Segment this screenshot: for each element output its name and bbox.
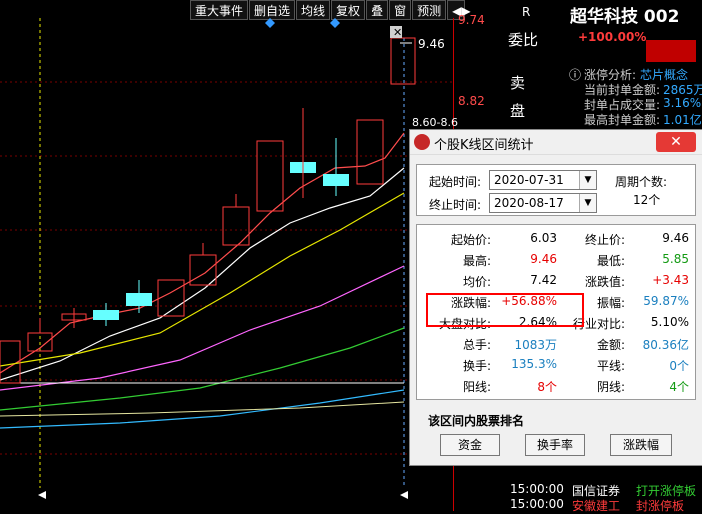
ma-line-red [0,132,405,374]
period-label: 周期个数: [615,175,668,189]
dropdown-arrow-icon[interactable]: ▼ [579,171,596,189]
ma-line-green [0,327,405,411]
stat-value: 9.46 [530,252,557,266]
sell-label: 卖 [510,74,526,92]
highlight-bar [646,40,696,62]
stat-label: 振幅: [596,296,625,310]
horizontal-arrows-icon[interactable] [38,491,46,499]
start-time-label: 起始时间: [429,175,482,189]
trade-action: 封涨停板 [636,499,685,513]
ma-line-cyan [0,389,405,429]
close-icon[interactable]: ✕ [656,132,696,152]
toolbar-adjust[interactable]: 复权 [331,0,366,20]
stat-label: 阳线: [462,380,491,394]
stat-value: 1083万 [514,338,557,352]
stat-value: 8个 [537,380,557,394]
stat-value: 6.03 [530,231,557,245]
rank-change-button[interactable]: 涨跌幅 [610,434,672,456]
stat-label: 最高: [462,254,491,268]
max-seal-label: 最高封单金额: [584,113,661,127]
price-partial-label: 8.60-8.6 [412,116,458,129]
stat-label: 总手: [462,338,491,352]
candle [256,140,284,212]
stat-value: 7.42 [530,273,557,287]
rank-turnover-button[interactable]: 换手率 [525,434,585,456]
candle [222,206,250,246]
candle [356,119,384,185]
stat-label: 阴线: [596,380,625,394]
candle [189,254,217,286]
stat-value: 59.87% [643,294,689,308]
toolbar-forecast[interactable]: 预测 [412,0,447,20]
stat-label: 换手: [462,359,491,373]
start-time-select[interactable]: 2020-07-31 ▼ [489,170,597,190]
toolbar-overlay[interactable]: 叠 [366,0,389,20]
dialog-titlebar[interactable]: 个股K线区间统计 ✕ [410,130,702,155]
time-range-frame: 起始时间: 2020-07-31 ▼ 终止时间: 2020-08-17 ▼ 周期… [416,164,696,216]
stat-value: 9.46 [662,231,689,245]
toolbar-remove-watchlist[interactable]: 删自选 [249,0,296,20]
stat-label: 终止价: [584,233,625,247]
end-time-value: 2020-08-17 [494,196,564,210]
dialog-title: 个股K线区间统计 [434,138,534,153]
pan-label: 盘 [510,102,526,120]
toolbar-major-events[interactable]: 重大事件 [190,0,249,20]
price-marker-label: 9.46 [418,37,445,51]
stat-label: 均价: [462,275,491,289]
period-value: 12个 [633,193,661,207]
start-time-value: 2020-07-31 [494,173,564,187]
ma-line-white [0,167,405,381]
chart-grid [0,81,453,455]
quote-panel: R 超华科技 002 委比 +100.00% 卖 盘 ⓘ 涨停分析: 芯片概念 … [500,0,702,140]
trade-time: 15:00:00 [510,482,564,496]
price-axis-top: 9.74 [458,13,485,27]
toolbar-moving-average[interactable]: 均线 [296,0,331,20]
r-flag: R [522,5,531,19]
info-icon: ⓘ [569,68,582,82]
horizontal-arrows-icon[interactable] [400,491,408,499]
highlight-box [426,293,584,327]
stock-name: 超华科技 002 [570,7,680,27]
stat-label: 平线: [596,359,625,373]
stat-label: 起始价: [450,233,491,247]
seal-ratio-value: 3.16% [663,96,702,110]
trade-broker: 安徽建工 [572,499,621,513]
trade-time: 15:00:00 [510,497,564,511]
stat-value: +3.43 [652,273,689,287]
stat-label: 最低: [596,254,625,268]
stat-value: 5.10% [650,315,689,329]
ma-line-yellow [0,192,405,367]
stat-value: 135.3% [511,357,557,371]
stat-value: 5.85 [662,252,689,266]
candles [0,37,416,384]
end-time-select[interactable]: 2020-08-17 ▼ [489,193,597,213]
price-axis-mid: 8.82 [458,94,485,108]
kline-chart[interactable]: ✕ [0,18,453,511]
toolbar-window[interactable]: 窗 [389,0,412,20]
dropdown-arrow-icon[interactable]: ▼ [579,194,596,212]
candle [390,37,416,85]
stat-value: 80.36亿 [642,338,689,352]
stat-label: 金额: [596,338,625,352]
diamond-marker-icon[interactable] [265,18,275,28]
diamond-marker-icon[interactable] [330,18,340,28]
weibi-label: 委比 [508,31,539,49]
stat-label: 涨跌值: [584,275,625,289]
svg-text:✕: ✕ [393,26,402,39]
max-seal-value: 1.01亿 [663,113,702,127]
stat-value: 0个 [669,359,689,373]
ranking-title: 该区间内股票排名 [428,414,525,428]
rank-capital-button[interactable]: 资金 [440,434,500,456]
stat-value: 4个 [669,380,689,394]
period-box: 周期个数: 12个 [609,170,685,212]
app-logo-icon [414,134,430,150]
end-time-label: 终止时间: [429,198,482,212]
weibi-value: +100.00% [578,30,647,44]
